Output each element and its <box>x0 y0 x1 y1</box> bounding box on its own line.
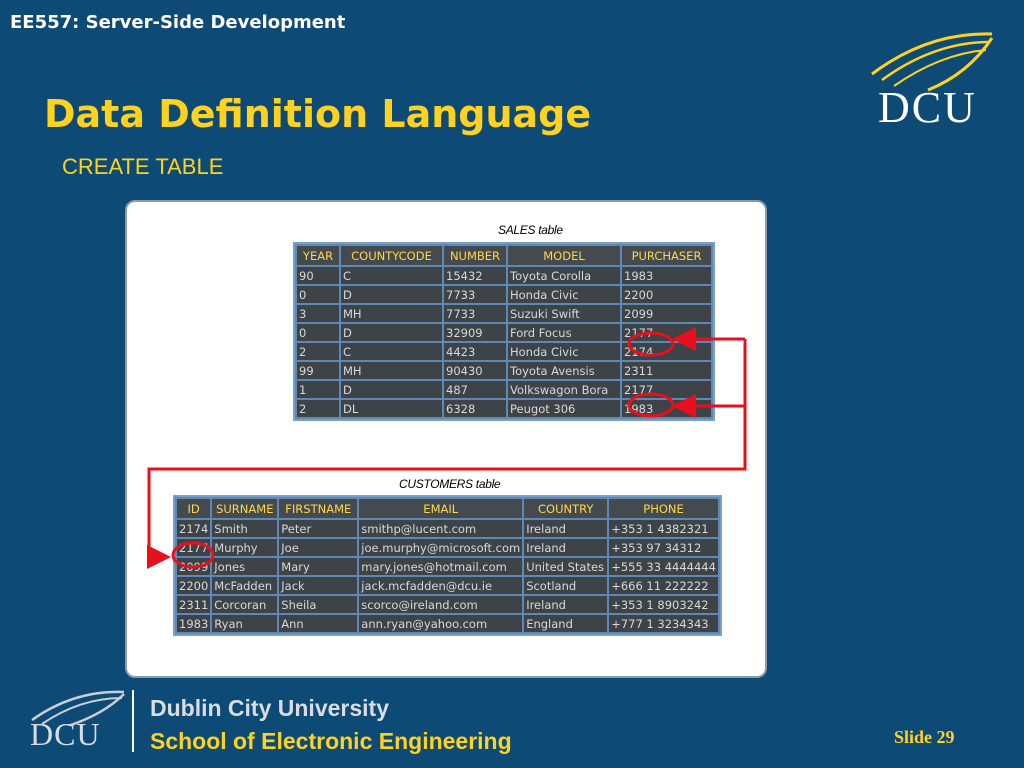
highlight-circle-sales-2177-a <box>627 331 675 357</box>
foreign-key-arrow-to-customer <box>147 339 747 569</box>
logo-text: DCU <box>878 83 977 132</box>
slide-subtitle: CREATE TABLE <box>62 154 224 179</box>
footer-dcu-logo: DCU <box>28 686 138 756</box>
course-title: EE557: Server-Side Development <box>10 12 346 33</box>
relationship-annotations <box>147 327 747 569</box>
highlight-circle-sales-2177-b <box>627 392 675 418</box>
school-name: School of Electronic Engineering <box>150 728 512 754</box>
footer-logo-text: DCU <box>30 716 101 752</box>
footer-divider <box>132 690 134 752</box>
tables-diagram: SALES table YEAR COUNTYCODE NUMBER MODEL PUR… <box>125 200 767 678</box>
dcu-logo: DCU <box>868 24 998 132</box>
university-name: Dublin City University <box>150 695 389 721</box>
slide-number: Slide 29 <box>894 727 955 747</box>
slide-title: Data Definition Language <box>44 92 592 136</box>
highlight-circle-customer-2177 <box>171 541 215 569</box>
